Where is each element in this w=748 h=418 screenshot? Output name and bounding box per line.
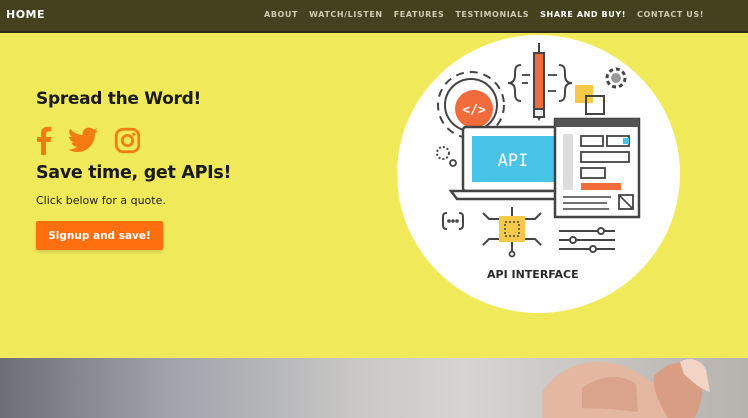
- small-gear-icon: [575, 67, 627, 115]
- api-screen-text: API: [498, 151, 529, 171]
- browser-window-icon: [553, 117, 641, 219]
- social-links: [36, 125, 157, 159]
- hero-description: Click below for a quote.: [36, 194, 166, 207]
- nav-item-share-and-buy[interactable]: SHARE AND BUY!: [540, 10, 626, 19]
- nav-item-about[interactable]: ABOUT: [264, 10, 298, 19]
- nav-item-watch-listen[interactable]: WATCH/LISTEN: [309, 10, 383, 19]
- pencil-icon: [507, 43, 573, 122]
- home-link[interactable]: HOME: [6, 8, 45, 21]
- code-badge-icon: </>: [455, 90, 493, 128]
- signup-button[interactable]: Signup and save!: [36, 221, 163, 250]
- hero-subtitle: Save time, get APIs!: [36, 163, 232, 183]
- background-photo: [0, 358, 748, 418]
- nav-item-features[interactable]: FEATURES: [394, 10, 445, 19]
- nav-item-contact-us[interactable]: CONTACT US!: [637, 10, 704, 19]
- nav-menu: ABOUT WATCH/LISTEN FEATURES TESTIMONIALS…: [253, 10, 704, 19]
- chip-icon: [482, 207, 542, 258]
- twitter-icon[interactable]: [68, 127, 98, 157]
- hero-section: Spread the Word! Save time, get APIs! Cl…: [0, 33, 748, 358]
- small-circle-icon: [449, 159, 457, 167]
- sliders-icon: [559, 227, 615, 253]
- dotted-circle-icon: [436, 146, 450, 160]
- facebook-icon[interactable]: [36, 125, 52, 159]
- api-illustration: </> API API INTERFACE: [397, 35, 680, 313]
- illustration-caption: API INTERFACE: [487, 268, 579, 281]
- hand-image: [542, 359, 710, 418]
- instagram-icon[interactable]: [114, 127, 141, 158]
- nav-item-testimonials[interactable]: TESTIMONIALS: [455, 10, 529, 19]
- hero-title: Spread the Word!: [36, 89, 201, 109]
- navbar: HOME ABOUT WATCH/LISTEN FEATURES TESTIMO…: [0, 0, 748, 33]
- code-badge-text: </>: [462, 103, 486, 118]
- brackets-icon: [442, 212, 464, 230]
